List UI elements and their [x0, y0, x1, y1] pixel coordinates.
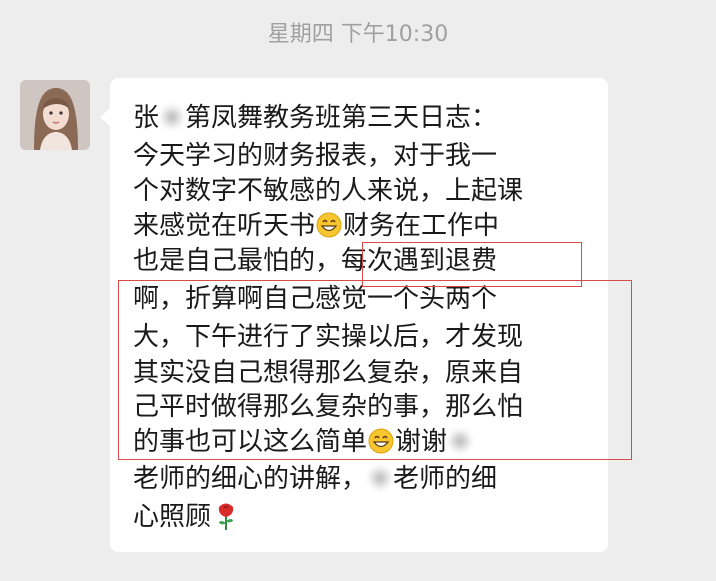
message-text-segment: 今天学习的财务报表，对于我一	[133, 141, 498, 171]
message-timestamp: 星期四 下午10:30	[267, 22, 449, 47]
message-line: 个对数字不敏感的人来说，上起课	[133, 171, 603, 211]
redacted-name-blur	[367, 465, 394, 491]
redacted-name-blur	[159, 104, 186, 130]
message-text-segment: 老师的细	[393, 464, 498, 494]
message-line: 张第凤舞教务班第三天日志：	[133, 98, 603, 138]
bubble-tail	[100, 108, 110, 126]
message-line: 心照顾	[133, 497, 603, 537]
message-text-segment: 第凤舞教务班第三天日志：	[185, 103, 498, 133]
message-line: 今天学习的财务报表，对于我一	[133, 136, 603, 176]
message-text-segment: 心照顾	[133, 502, 212, 532]
message-text-segment: 张	[133, 103, 160, 133]
highlight-box-large	[118, 280, 632, 460]
message-text-segment: 财务在工作中	[343, 211, 500, 241]
message-text-segment: 个对数字不敏感的人来说，上起课	[133, 176, 524, 206]
rose-emoji	[214, 501, 238, 531]
message-line: 来感觉在听天书 财务在工作中	[133, 206, 603, 246]
avatar-portrait-icon	[20, 80, 90, 150]
grinning-face-emoji	[316, 210, 342, 238]
user-avatar[interactable]	[20, 80, 90, 150]
message-line: 老师的细心的讲解， 老师的细	[133, 459, 603, 499]
message-text-segment: 来感觉在听天书	[133, 211, 316, 241]
message-text-segment: 老师的细心的讲解，	[133, 464, 368, 494]
